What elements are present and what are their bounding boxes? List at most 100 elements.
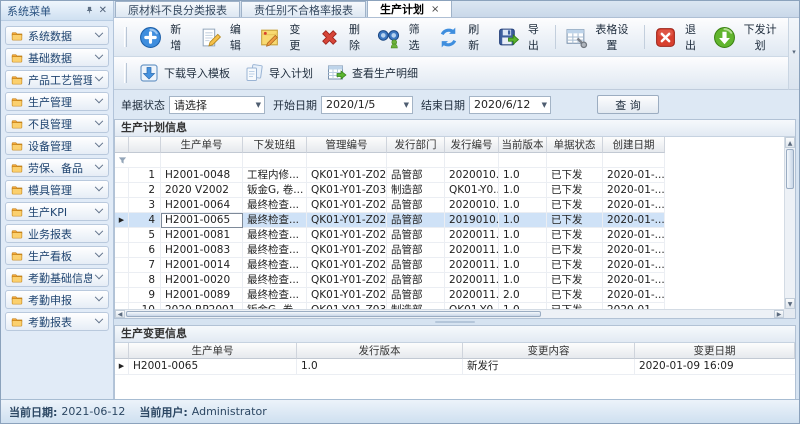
cell-dept[interactable]: 制造部 <box>387 183 445 198</box>
cell-created[interactable]: 2020-01-... <box>603 273 665 288</box>
cell-team[interactable]: 最终检查... <box>243 273 307 288</box>
sidebar-item-7[interactable]: 模具管理 <box>5 180 109 199</box>
view-production-detail-button[interactable]: 查看生产明细 <box>322 61 427 85</box>
sidebar-item-13[interactable]: 考勤报表 <box>5 312 109 331</box>
cell-status[interactable]: 已下发 <box>547 243 603 258</box>
exit-button[interactable]: 退出 <box>649 19 709 55</box>
column-header-team[interactable]: 下发班组 <box>243 137 307 153</box>
cell-issue[interactable]: 2020010... <box>445 168 499 183</box>
table-row[interactable]: 9H2001-0089最终检查...QK01-Y01-Z02品管部2020011… <box>115 288 784 303</box>
column-header-date[interactable]: 变更日期 <box>635 343 795 359</box>
query-button[interactable]: 查 询 <box>597 95 659 114</box>
sidebar-item-6[interactable]: 劳保、备品 <box>5 158 109 177</box>
export-button[interactable]: 导出 <box>492 19 552 55</box>
scroll-down-icon[interactable]: ▼ <box>785 298 795 309</box>
filter-cell-version[interactable] <box>499 153 547 168</box>
filter-button[interactable]: 筛选 <box>372 19 432 55</box>
cell-order[interactable]: H2001-0083 <box>161 243 243 258</box>
sidebar-close-icon[interactable]: ✕ <box>97 6 109 16</box>
column-header-content[interactable]: 变更内容 <box>463 343 635 359</box>
column-header-order[interactable]: 生产单号 <box>129 343 297 359</box>
cell-issue[interactable]: 2020011... <box>445 273 499 288</box>
cell-dept[interactable]: 品管部 <box>387 288 445 303</box>
cell-version[interactable]: 1.0 <box>499 228 547 243</box>
cell-version[interactable]: 1.0 <box>499 213 547 228</box>
auto-filter-row[interactable] <box>115 153 784 168</box>
table-row[interactable]: ▶H2001-00651.0新发行2020-01-09 16:09 <box>115 359 795 375</box>
scroll-up-icon[interactable]: ▲ <box>785 137 795 148</box>
cell-mgmt[interactable]: QK01-Y01-Z02 <box>307 243 387 258</box>
cell-status[interactable]: 已下发 <box>547 198 603 213</box>
sidebar-item-4[interactable]: 不良管理 <box>5 114 109 133</box>
cell-mgmt[interactable]: QK01-Y01-Z02 <box>307 288 387 303</box>
cell-order[interactable]: 2020 V2002 <box>161 183 243 198</box>
sidebar-item-11[interactable]: 考勤基础信息 <box>5 268 109 287</box>
send-plan-button[interactable]: 下发计划 <box>708 19 788 55</box>
plan-grid-hscrollbar[interactable]: ◀ ▶ <box>115 309 784 318</box>
table-row[interactable]: 1H2001-0048工程内修...QK01-Y01-Z02品管部2020010… <box>115 168 784 183</box>
table-settings-button[interactable]: 表格设置 <box>560 19 640 55</box>
table-row[interactable]: 8H2001-0020最终检查...QK01-Y01-Z02品管部2020011… <box>115 273 784 288</box>
column-header-created[interactable]: 创建日期 <box>603 137 665 153</box>
cell-issue[interactable]: QK01-Y0... <box>445 183 499 198</box>
cell-issue[interactable]: 2020010... <box>445 198 499 213</box>
cell-issue[interactable]: 2020011... <box>445 288 499 303</box>
cell-order[interactable]: H2001-0048 <box>161 168 243 183</box>
table-row[interactable]: 22020 V2002钣金G, 卷...QK01-Y01-Z03制造部QK01-… <box>115 183 784 198</box>
column-header-dept[interactable]: 发行部门 <box>387 137 445 153</box>
start-date-picker[interactable]: 2020/1/5 ▼ <box>321 96 413 114</box>
cell-team[interactable]: 最终检查... <box>243 258 307 273</box>
cell-status[interactable]: 已下发 <box>547 183 603 198</box>
cell-dept[interactable]: 品管部 <box>387 198 445 213</box>
filter-cell-issue[interactable] <box>445 153 499 168</box>
cell-mgmt[interactable]: QK01-Y01-Z03 <box>307 183 387 198</box>
tab-close-icon[interactable]: × <box>431 4 439 15</box>
cell-order[interactable]: H2001-0020 <box>161 273 243 288</box>
cell-mgmt[interactable]: QK01-Y01-Z02 <box>307 228 387 243</box>
scroll-right-icon[interactable]: ▶ <box>774 310 784 318</box>
table-row[interactable]: 5H2001-0081最终检查...QK01-Y01-Z02品管部2020011… <box>115 228 784 243</box>
cell-dept[interactable]: 品管部 <box>387 228 445 243</box>
cell-issue[interactable]: 2020011... <box>445 258 499 273</box>
cell-order[interactable]: H2001-0065 <box>161 213 243 228</box>
sidebar-item-10[interactable]: 生产看板 <box>5 246 109 265</box>
column-header-version[interactable]: 当前版本 <box>499 137 547 153</box>
scroll-left-icon[interactable]: ◀ <box>115 310 125 318</box>
change-button[interactable]: 变更 <box>253 19 313 55</box>
cell-issue[interactable]: 2020011... <box>445 243 499 258</box>
cell-version[interactable]: 1.0 <box>499 258 547 273</box>
cell-mgmt[interactable]: QK01-Y01-Z02 <box>307 168 387 183</box>
tab-0[interactable]: 原材料不良分类报表 <box>115 1 240 17</box>
cell-dept[interactable]: 品管部 <box>387 258 445 273</box>
cell-dept[interactable]: 品管部 <box>387 213 445 228</box>
filter-cell-dept[interactable] <box>387 153 445 168</box>
cell-team[interactable]: 最终检查... <box>243 228 307 243</box>
cell-version[interactable]: 1.0 <box>499 198 547 213</box>
cell-version[interactable]: 1.0 <box>499 243 547 258</box>
cell-created[interactable]: 2020-01-... <box>603 288 665 303</box>
cell-date[interactable]: 2020-01-09 16:09 <box>635 359 795 375</box>
cell-mgmt[interactable]: QK01-Y01-Z02 <box>307 213 387 228</box>
column-header-mgmt[interactable]: 管理编号 <box>307 137 387 153</box>
filter-cell-created[interactable] <box>603 153 665 168</box>
pin-icon[interactable] <box>85 6 94 15</box>
sidebar-item-3[interactable]: 生产管理 <box>5 92 109 111</box>
cell-version[interactable]: 1.0 <box>499 183 547 198</box>
table-row[interactable]: ▶4H2001-0065最终检查...QK01-Y01-Z02品管部201901… <box>115 213 784 228</box>
cell-mgmt[interactable]: QK01-Y01-Z02 <box>307 198 387 213</box>
sidebar-item-1[interactable]: 基础数据 <box>5 48 109 67</box>
table-row[interactable]: 3H2001-0064最终检查...QK01-Y01-Z02品管部2020010… <box>115 198 784 213</box>
toolbar-overflow-button[interactable]: ▾ <box>788 18 799 90</box>
cell-dept[interactable]: 品管部 <box>387 168 445 183</box>
sidebar-item-2[interactable]: 产品工艺管理 <box>5 70 109 89</box>
filter-cell-status[interactable] <box>547 153 603 168</box>
cell-mgmt[interactable]: QK01-Y01-Z02 <box>307 273 387 288</box>
cell-dept[interactable]: 品管部 <box>387 273 445 288</box>
cell-mgmt[interactable]: QK01-Y01-Z02 <box>307 258 387 273</box>
cell-created[interactable]: 2020-01-... <box>603 258 665 273</box>
cell-status[interactable]: 已下发 <box>547 228 603 243</box>
plan-grid-vscrollbar[interactable]: ▲ ▼ <box>784 137 795 309</box>
tab-2[interactable]: 生产计划× <box>367 0 452 17</box>
cell-created[interactable]: 2020-01-... <box>603 243 665 258</box>
add-button[interactable]: 新增 <box>134 19 194 55</box>
